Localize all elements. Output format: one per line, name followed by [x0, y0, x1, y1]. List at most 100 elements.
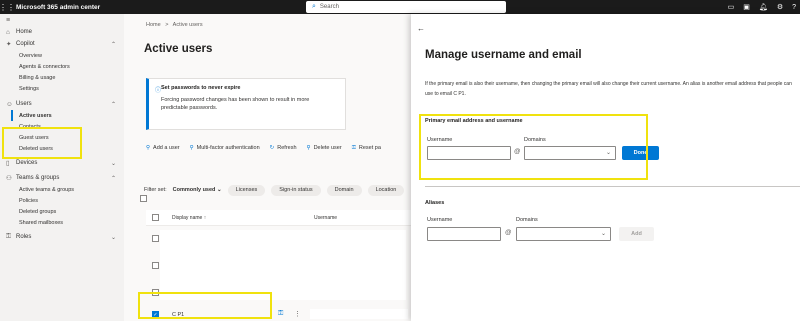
sidebar-item-roles[interactable]: ⚿ Roles ⌄ [0, 231, 124, 243]
add-alias-button[interactable]: Add [619, 227, 654, 241]
sidebar-item-agents-connectors[interactable]: Agents & connectors [0, 61, 124, 72]
sidebar-item-copilot[interactable]: ✦ Copilot ⌃ [0, 38, 124, 50]
sidebar-item-overview[interactable]: Overview [0, 50, 124, 61]
mfa-icon: ⚲ [189, 145, 194, 151]
mfa-button[interactable]: ⚲ Multi-factor authentication [190, 145, 260, 155]
main-content: Home > Active users Active users ⓘ Set p… [124, 14, 414, 321]
delete-user-label: Delete user [313, 145, 342, 151]
sidebar-item-users[interactable]: ☺ Users ⌃ [0, 98, 124, 110]
add-user-label: Add a user [153, 145, 180, 151]
filter-pill-sign-in-status[interactable]: Sign-in status [271, 184, 321, 196]
sidebar-item-label: Copilot [16, 41, 35, 47]
refresh-button[interactable]: ↻ Refresh [270, 145, 297, 155]
redacted-username [310, 309, 408, 319]
help-icon[interactable]: ? [792, 4, 796, 11]
waffle-icon[interactable]: ⋮⋮ [0, 0, 15, 14]
column-display-name[interactable]: Display name ↑ [172, 215, 206, 221]
chevron-down-icon: ⌄ [110, 160, 116, 167]
sidebar-item-teams-groups[interactable]: ⚇ Teams & groups ⌃ [0, 172, 124, 184]
notice-title[interactable]: Set passwords to never expire [161, 85, 339, 91]
search-icon: ⌕ [312, 3, 316, 10]
sidebar: ≡ ⌂ Home ✦ Copilot ⌃ Overview Agents & c… [0, 14, 124, 321]
alias-domains-label: Domains [516, 217, 538, 223]
select-all-checkbox[interactable] [152, 214, 159, 221]
sidebar-item-label: Teams & groups [16, 175, 60, 181]
breadcrumb: Home > Active users [146, 22, 203, 28]
sidebar-item-active-users[interactable]: Active users [11, 110, 124, 121]
alias-username-label: Username [427, 217, 453, 223]
sidebar-item-label: Home [16, 29, 33, 35]
sidebar-item-label: Devices [16, 160, 38, 166]
column-display-name-label: Display name [172, 215, 203, 221]
top-checkbox[interactable] [140, 195, 147, 202]
delete-user-button[interactable]: ⚲ Delete user [307, 145, 342, 155]
row-checkbox[interactable] [152, 235, 159, 242]
copilot-icon: ✦ [6, 41, 12, 48]
hamburger-icon[interactable]: ≡ [0, 14, 124, 26]
desktop-icon[interactable]: ▣ [743, 3, 750, 11]
add-user-button[interactable]: ⚲ Add a user [146, 145, 180, 155]
search-box[interactable]: ⌕ Search [306, 1, 506, 13]
settings-icon[interactable]: ⚙ [777, 3, 783, 11]
chevron-up-icon: ⌃ [110, 101, 116, 108]
filter-pill-location[interactable]: Location [367, 184, 405, 196]
screen-icon[interactable]: ▭ [728, 3, 735, 11]
sidebar-item-deleted-groups[interactable]: Deleted groups [0, 206, 124, 217]
panel-title: Manage username and email [425, 49, 582, 61]
user-icon: ☺ [6, 100, 13, 108]
info-icon: ⓘ [155, 88, 162, 94]
chevron-down-icon: ⌄ [216, 187, 222, 193]
sidebar-item-home[interactable]: ⌂ Home [0, 26, 124, 38]
key-icon: ⚿ [351, 145, 356, 151]
sidebar-item-label: Users [16, 101, 32, 107]
sidebar-item-policies[interactable]: Policies [0, 195, 124, 206]
more-options-icon[interactable]: ⋮ [294, 310, 301, 318]
chevron-up-icon: ⌃ [110, 41, 116, 48]
reset-password-button[interactable]: ⚿ Reset pa [352, 145, 381, 155]
chevron-down-icon: ⌄ [600, 231, 606, 237]
home-icon: ⌂ [6, 28, 10, 36]
filter-bar: Filter set: Commonly used ⌄ Licenses Sig… [144, 184, 405, 196]
back-arrow-icon[interactable]: ← [417, 24, 425, 33]
highlight-users [2, 127, 82, 159]
column-username[interactable]: Username [314, 215, 337, 221]
notice-card[interactable]: ⓘ Set passwords to never expire Forcing … [146, 78, 346, 130]
refresh-label: Refresh [277, 145, 297, 151]
filter-pill-licenses[interactable]: Licenses [227, 184, 266, 196]
alias-domains-dropdown[interactable]: ⌄ [516, 227, 611, 241]
filter-set-current: Commonly used [172, 187, 216, 193]
alias-at-symbol: @ [505, 229, 512, 236]
refresh-icon: ↻ [269, 145, 275, 151]
key-icon[interactable]: ⚿ [278, 310, 283, 318]
sidebar-item-active-teams-groups[interactable]: Active teams & groups [0, 184, 124, 195]
chevron-down-icon: ⌄ [110, 234, 116, 241]
filter-set-label: Filter set: [144, 187, 167, 193]
sidebar-item-settings[interactable]: Settings [0, 83, 124, 94]
breadcrumb-home[interactable]: Home [146, 22, 161, 28]
add-user-icon: ⚲ [146, 145, 151, 151]
row-checkbox[interactable] [152, 262, 159, 269]
app-title[interactable]: Microsoft 365 admin center [16, 4, 100, 11]
breadcrumb-separator: > [165, 22, 169, 28]
search-placeholder: Search [319, 4, 339, 10]
panel-description: If the primary email is also their usern… [425, 81, 792, 97]
highlight-primary-section [419, 114, 648, 180]
filter-pill-domain[interactable]: Domain [326, 184, 362, 196]
bell-icon[interactable]: 🔔︎ [759, 3, 768, 11]
devices-icon: ▯ [6, 160, 10, 167]
breadcrumb-current: Active users [172, 22, 203, 28]
sidebar-item-billing-usage[interactable]: Billing & usage [0, 72, 124, 83]
sidebar-item-shared-mailboxes[interactable]: Shared mailboxes [0, 217, 124, 228]
highlight-selected-row [138, 292, 272, 319]
top-icons: ▭ ▣ 🔔︎ ⚙ ? [728, 0, 796, 14]
sidebar-item-label: Roles [16, 234, 32, 240]
filter-set-dropdown[interactable]: Commonly used ⌄ [173, 187, 222, 193]
sort-arrow-icon: ↑ [203, 215, 207, 221]
aliases-section-title: Aliases [425, 200, 445, 206]
divider [425, 186, 800, 187]
notice-body: Forcing password changes has been shown … [161, 97, 310, 111]
chevron-up-icon: ⌃ [110, 175, 116, 182]
mfa-label: Multi-factor authentication [196, 145, 260, 151]
alias-username-input[interactable] [427, 227, 501, 241]
groups-icon: ⚇ [6, 175, 12, 182]
